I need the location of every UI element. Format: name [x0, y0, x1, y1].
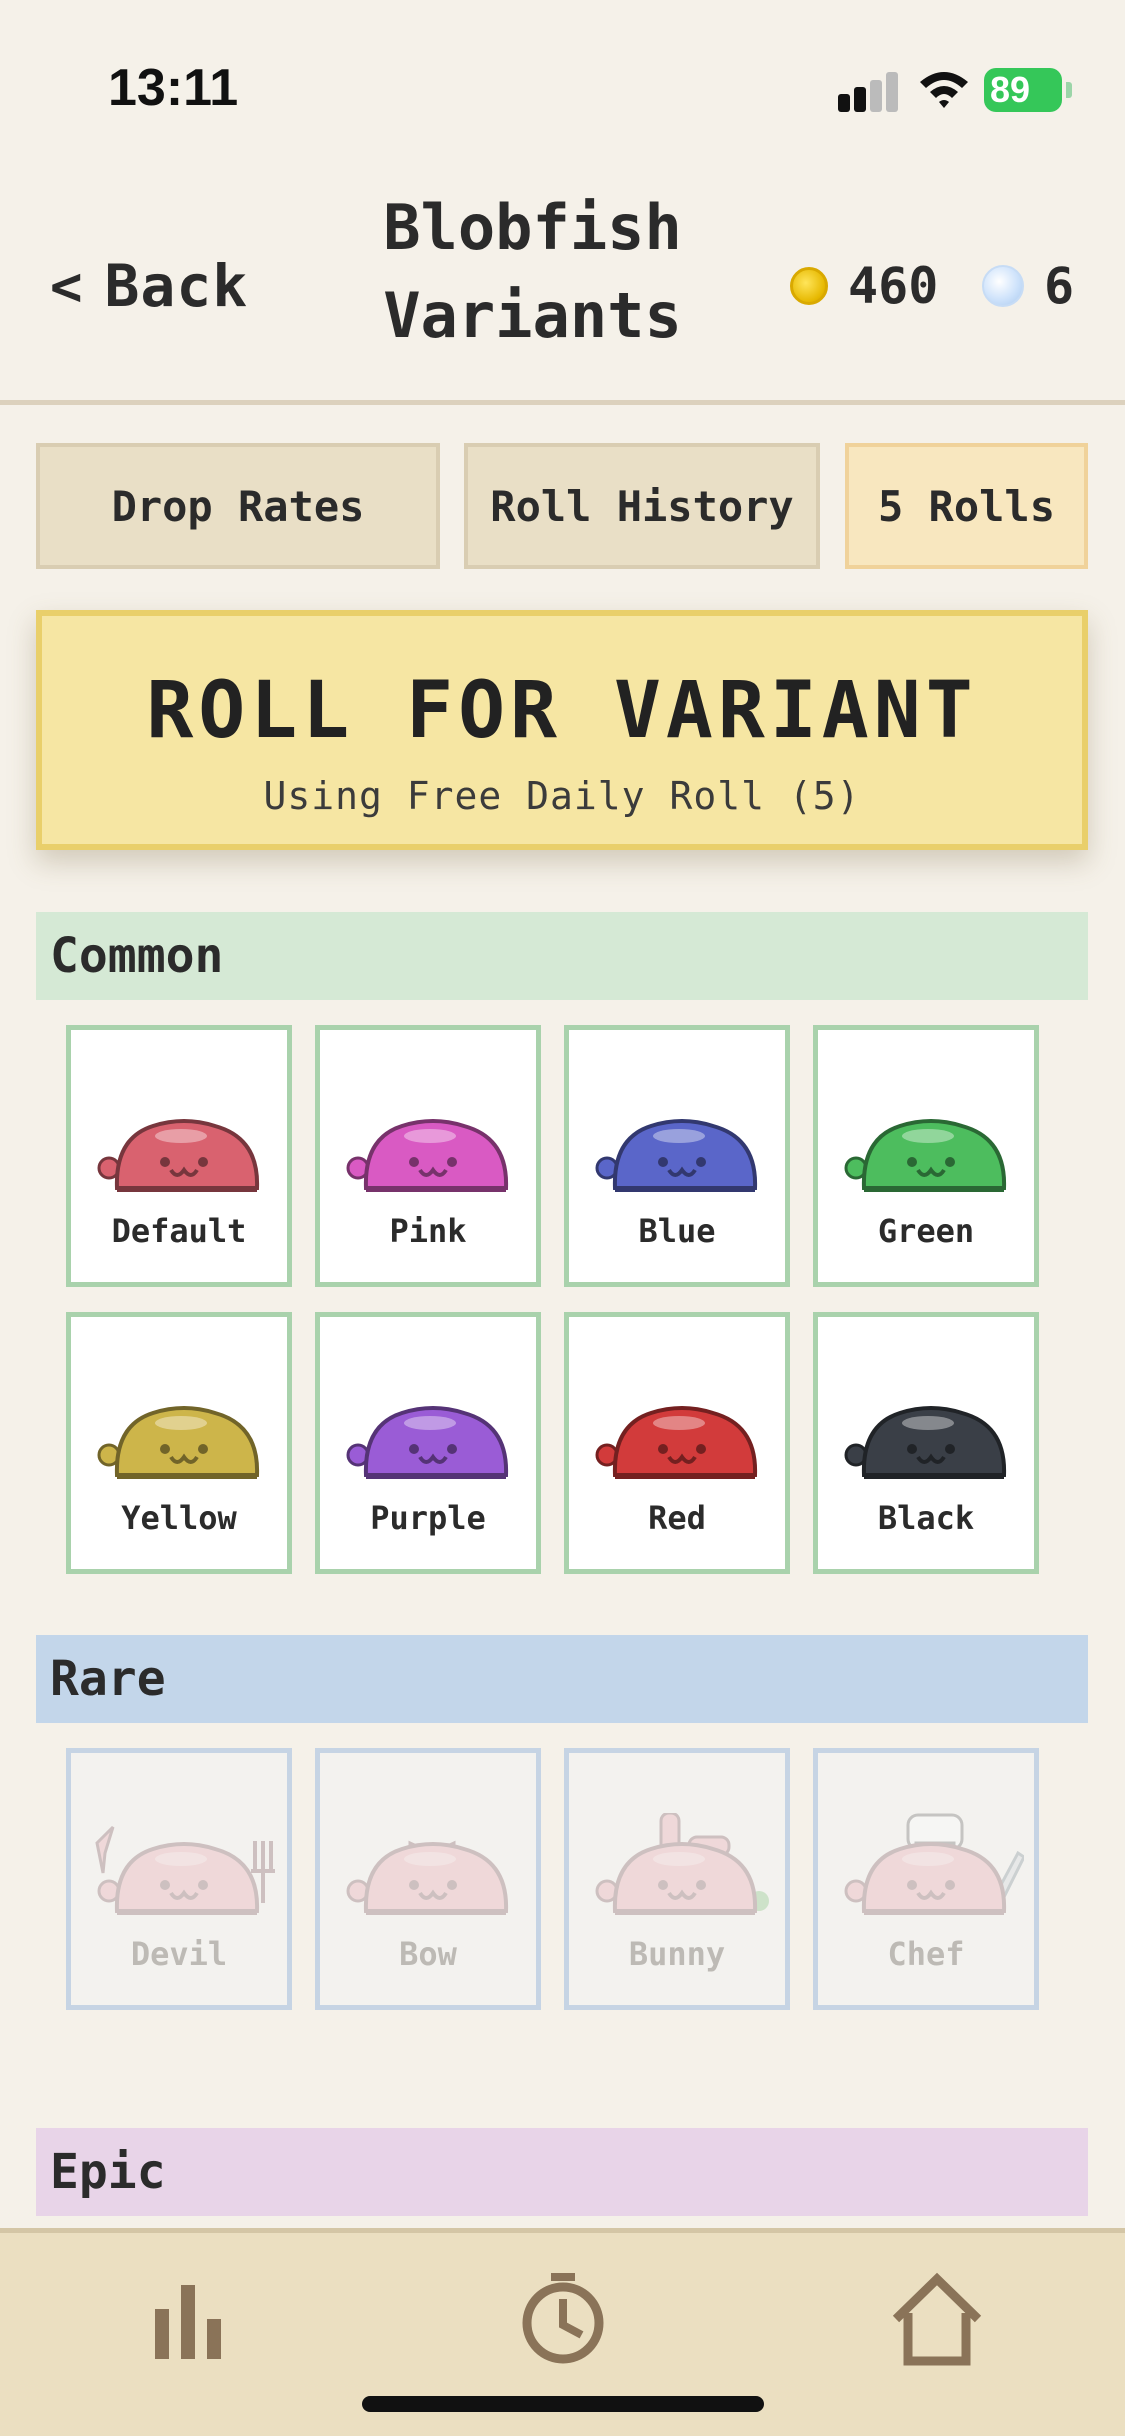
variant-card-bow-locked[interactable]: Bow [315, 1748, 541, 2010]
coin-count: 460 [848, 257, 939, 315]
blobfish-icon [844, 1406, 1007, 1479]
home-indicator [362, 2396, 764, 2412]
variant-label: Chef [887, 1935, 965, 1973]
blobfish-icon [97, 1406, 260, 1479]
page-title-line1: Blobfish [383, 191, 682, 264]
pearl-icon [982, 265, 1024, 307]
section-header-epic: Epic [36, 2128, 1088, 2216]
roll-history-button[interactable]: Roll History [464, 443, 820, 569]
header: < Back Blobfish Variants 460 6 [0, 170, 1125, 402]
variant-card-yellow[interactable]: Yellow [66, 1312, 292, 1574]
battery-level: 89 [990, 69, 1031, 110]
blobfish-icon [346, 1119, 509, 1192]
battery-cap [1066, 82, 1072, 98]
variant-label: Pink [389, 1212, 467, 1250]
variant-card-red[interactable]: Red [564, 1312, 790, 1574]
variant-label: Red [648, 1499, 706, 1537]
variant-label: Green [877, 1212, 975, 1250]
gem-balance: 6 [982, 236, 1074, 336]
blobfish-icon [844, 1119, 1007, 1192]
variant-label: Devil [130, 1935, 228, 1973]
coin-balance: 460 [790, 236, 938, 336]
variant-card-pink[interactable]: Pink [315, 1025, 541, 1287]
page-title: Blobfish Variants [360, 184, 705, 360]
back-button[interactable]: < Back [50, 236, 248, 336]
roll-for-variant-button[interactable]: ROLL FOR VARIANT Using Free Daily Roll (… [36, 610, 1088, 850]
variant-label: Bow [399, 1935, 457, 1973]
variant-card-default[interactable]: Default [66, 1025, 292, 1287]
variant-card-black[interactable]: Black [813, 1312, 1039, 1574]
header-divider [0, 400, 1125, 405]
blobfish-icon [97, 1119, 260, 1192]
variant-label: Bunny [628, 1935, 726, 1973]
clock-icon[interactable] [498, 2263, 628, 2373]
bar-chart-icon[interactable] [123, 2263, 253, 2373]
variant-label: Default [111, 1212, 247, 1250]
variant-label: Black [877, 1499, 975, 1537]
blobfish-devil-icon [95, 1825, 275, 1915]
cellular-signal-icon [838, 72, 898, 112]
wifi-icon [920, 72, 968, 108]
blobfish-bow-icon [346, 1840, 509, 1915]
variant-label: Blue [638, 1212, 716, 1250]
variant-card-green[interactable]: Green [813, 1025, 1039, 1287]
roll-button-subtitle: Using Free Daily Roll (5) [263, 774, 861, 818]
variant-card-chef-locked[interactable]: Chef [813, 1748, 1039, 2010]
variant-label: Yellow [121, 1499, 237, 1537]
rolls-count-button[interactable]: 5 Rolls [845, 443, 1088, 569]
battery-indicator: 89 [984, 68, 1062, 112]
blobfish-icon [595, 1406, 758, 1479]
variant-label: Purple [370, 1499, 486, 1537]
drop-rates-button[interactable]: Drop Rates [36, 443, 440, 569]
page-title-line2: Variants [383, 279, 682, 352]
chevron-left-icon: < [50, 254, 83, 318]
back-label: Back [104, 252, 249, 320]
gem-count: 6 [1044, 257, 1075, 315]
section-header-common: Common [36, 912, 1088, 1000]
blobfish-icon [595, 1119, 758, 1192]
variant-card-bunny-locked[interactable]: Bunny [564, 1748, 790, 2010]
status-time: 13:11 [108, 59, 239, 117]
blobfish-chef-icon [844, 1813, 1024, 1916]
section-header-rare: Rare [36, 1635, 1088, 1723]
status-bar: 13:11 89 [0, 0, 1125, 170]
blobfish-bunny-icon [595, 1813, 769, 1915]
variant-card-devil-locked[interactable]: Devil [66, 1748, 292, 2010]
variant-card-purple[interactable]: Purple [315, 1312, 541, 1574]
variant-card-blue[interactable]: Blue [564, 1025, 790, 1287]
coin-icon [790, 267, 828, 305]
blobfish-icon [346, 1406, 509, 1479]
roll-button-title: ROLL FOR VARIANT [146, 666, 978, 756]
home-icon[interactable] [872, 2263, 1002, 2373]
